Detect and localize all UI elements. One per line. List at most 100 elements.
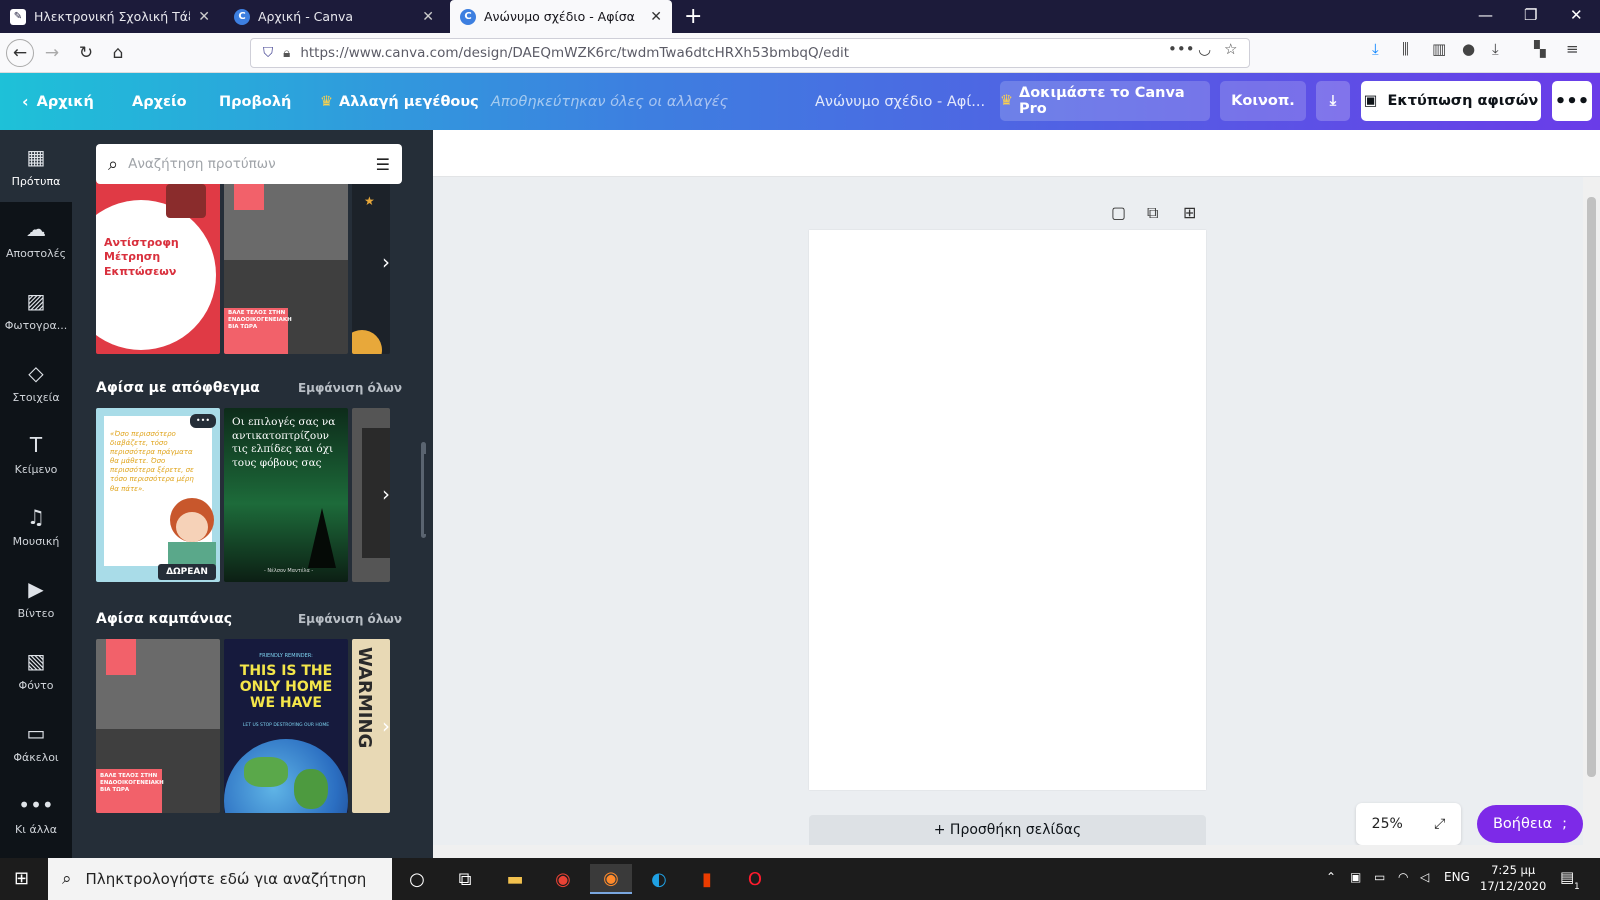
file-explorer-icon[interactable]: ▬ xyxy=(494,864,536,894)
share-button[interactable]: Κοινοπ. xyxy=(1220,81,1306,121)
task-view-icon[interactable]: ⧉ xyxy=(444,864,486,894)
rail-item-text[interactable]: T Κείμενο xyxy=(0,418,72,490)
zoom-level[interactable]: 25% xyxy=(1372,816,1403,832)
url-bar[interactable]: ⛉ 🔒︎ https://www.canva.com/design/DAEQmW… xyxy=(250,38,1250,68)
notifications-icon[interactable]: ▤ xyxy=(1560,868,1574,886)
lock-icon[interactable]: 🔒︎ xyxy=(283,45,290,61)
template-thumb-countdown[interactable]: Αντίστροφη Μέτρηση Εκπτώσεων xyxy=(96,180,220,354)
edge-icon[interactable]: ◐ xyxy=(638,864,680,894)
opera-icon[interactable]: O xyxy=(734,864,776,894)
restore-icon[interactable]: ❐ xyxy=(1524,6,1537,24)
reload-icon[interactable]: ↻ xyxy=(72,39,100,67)
close-tab-icon[interactable]: ✕ xyxy=(198,9,210,25)
office-icon[interactable]: ▮ xyxy=(686,864,728,894)
rail-item-background[interactable]: ▧ Φόντο xyxy=(0,634,72,706)
close-window-icon[interactable]: ✕ xyxy=(1570,6,1583,24)
rail-item-music[interactable]: ♫ Μουσική xyxy=(0,490,72,562)
back-home-button[interactable]: ‹ Αρχική xyxy=(22,73,94,130)
rail-item-video[interactable]: ▶ Βίντεο xyxy=(0,562,72,634)
system-clock[interactable]: 7:25 μμ 17/12/2020 xyxy=(1480,862,1546,894)
template-thumb-earth[interactable]: FRIENDLY REMINDER: THIS IS THE ONLY HOME… xyxy=(224,639,348,813)
cortana-icon[interactable]: ○ xyxy=(396,864,438,894)
browser-tab-canva-home[interactable]: C Αρχική - Canva ✕ xyxy=(224,0,444,33)
downloads-icon[interactable]: ⤓ xyxy=(1372,40,1379,58)
template-search-input[interactable] xyxy=(128,156,376,172)
text-icon: T xyxy=(29,432,43,457)
design-title[interactable]: Ανώνυμο σχέδιο - Αφί... xyxy=(815,73,985,130)
back-icon[interactable]: ← xyxy=(6,39,34,67)
thumb-more-icon[interactable]: ••• xyxy=(190,414,216,428)
thumb-logo xyxy=(234,180,264,210)
pocket-icon[interactable]: ◡ xyxy=(1198,40,1211,58)
scroll-thumb[interactable] xyxy=(1587,197,1596,777)
chevron-right-icon[interactable]: › xyxy=(382,714,390,738)
crown-icon: ♛ xyxy=(320,93,333,110)
close-tab-icon[interactable]: ✕ xyxy=(422,9,434,25)
chevron-right-icon[interactable]: › xyxy=(382,250,390,274)
account-icon[interactable]: ● xyxy=(1462,40,1475,58)
download-icon[interactable]: ⤓ xyxy=(1316,81,1350,121)
thumb-sub-text: LET US STOP DESTROYING OUR HOME xyxy=(242,723,330,728)
chevron-right-icon[interactable]: › xyxy=(382,482,390,506)
note-icon[interactable]: ▢ xyxy=(1111,203,1126,222)
rail-item-folders[interactable]: ▭ Φάκελοι xyxy=(0,706,72,778)
library-icon[interactable]: ⫼ xyxy=(1402,40,1409,58)
rail-item-more[interactable]: ••• Κι άλλα xyxy=(0,778,72,850)
download-arrow-icon[interactable]: ⤓ xyxy=(1492,40,1499,58)
help-button[interactable]: Βοήθεια ; xyxy=(1477,805,1583,843)
rail-item-uploads[interactable]: ☁ Αποστολές xyxy=(0,202,72,274)
see-all-link[interactable]: Εμφάνιση όλων xyxy=(298,612,402,626)
rail-item-photos[interactable]: ▨ Φωτογρα... xyxy=(0,274,72,346)
filter-sliders-icon[interactable]: ☰ xyxy=(376,155,390,174)
template-thumb-violence-campaign[interactable]: ΒΑΛΕ ΤΕΛΟΣ ΣΤΗΝ ΕΝΔΟΟΙΚΟΓΕΝΕΙΑΚΗ ΒΙΑ ΤΩΡ… xyxy=(96,639,220,813)
print-posters-button[interactable]: ▣ Εκτύπωση αφισών xyxy=(1361,81,1541,121)
taskbar-search[interactable]: ⌕ Πληκτρολογήστε εδώ για αναζήτηση xyxy=(48,858,392,900)
design-page[interactable] xyxy=(809,230,1206,790)
menu-icon[interactable]: ≡ xyxy=(1566,40,1579,58)
horizontal-scrollbar[interactable] xyxy=(433,845,1600,858)
more-options-button[interactable]: ••• xyxy=(1552,81,1592,121)
tray-chevron-up-icon[interactable]: ⌃ xyxy=(1326,870,1336,884)
vertical-scrollbar[interactable] xyxy=(1583,177,1600,845)
resize-button[interactable]: ♛ Αλλαγή μεγέθους xyxy=(320,73,479,130)
wifi-icon[interactable]: ◠ xyxy=(1398,870,1408,884)
elements-icon: ◇ xyxy=(28,360,44,385)
shield-icon[interactable]: ⛉ xyxy=(263,45,273,61)
see-all-link[interactable]: Εμφάνιση όλων xyxy=(298,381,402,395)
editor-toolbar xyxy=(433,130,1600,177)
sidebar-icon[interactable]: ▥ xyxy=(1432,40,1446,58)
input-language[interactable]: ENG xyxy=(1444,870,1470,884)
file-menu-button[interactable]: Αρχείο xyxy=(132,73,187,130)
browser-tab-design[interactable]: C Ανώνυμο σχέδιο - Αφίσα ✕ xyxy=(450,0,672,33)
close-tab-icon[interactable]: ✕ xyxy=(650,9,662,25)
battery-icon[interactable]: ▭ xyxy=(1374,870,1385,884)
bookmark-star-icon[interactable]: ☆ xyxy=(1224,40,1237,58)
volume-icon[interactable]: ◁ xyxy=(1420,870,1429,884)
view-menu-button[interactable]: Προβολή xyxy=(219,73,291,130)
browser-tab-eclass[interactable]: ✎ Ηλεκτρονική Σχολική Τάξη (η-Τ ✕ xyxy=(0,0,220,33)
windows-start-icon[interactable]: ⊞ xyxy=(14,868,29,889)
template-thumb-mandela-quote[interactable]: Οι επιλογές σας να αντικατοπτρίζουν τις … xyxy=(224,408,348,582)
thumb-text: ΒΑΛΕ ΤΕΛΟΣ ΣΤΗΝ ΕΝΔΟΟΙΚΟΓΕΝΕΙΑΚΗ ΒΙΑ ΤΩΡ… xyxy=(100,773,164,794)
try-canva-pro-button[interactable]: ♛ Δοκιμάστε το Canva Pro xyxy=(1000,81,1210,121)
home-icon[interactable]: ⌂ xyxy=(104,39,132,67)
browser-navbar: ← → ↻ ⌂ ⛉ 🔒︎ https://www.canva.com/desig… xyxy=(0,33,1600,73)
duplicate-page-icon[interactable]: ⧉ xyxy=(1147,203,1158,223)
chrome-icon[interactable]: ◉ xyxy=(542,864,584,894)
page-actions-icon[interactable]: ••• xyxy=(1168,40,1195,58)
firefox-icon[interactable]: ◉ xyxy=(590,864,632,894)
meet-now-icon[interactable]: ▣ xyxy=(1350,870,1361,884)
fullscreen-icon[interactable]: ⤢ xyxy=(1434,816,1445,832)
rail-item-elements[interactable]: ◇ Στοιχεία xyxy=(0,346,72,418)
add-page-button[interactable]: + Προσθήκη σελίδας xyxy=(809,815,1206,845)
template-thumb-violence[interactable]: ΒΑΛΕ ΤΕΛΟΣ ΣΤΗΝ ΕΝΔΟΟΙΚΟΓΕΝΕΙΑΚΗ ΒΙΑ ΤΩΡ… xyxy=(224,180,348,354)
rail-item-templates[interactable]: ▦ Πρότυπα xyxy=(0,130,72,202)
new-tab-button[interactable]: + xyxy=(684,4,702,29)
minimize-icon[interactable]: — xyxy=(1478,6,1493,24)
back-home-label: Αρχική xyxy=(36,93,94,110)
add-page-icon[interactable]: ⊞ xyxy=(1183,203,1196,222)
extensions-icon[interactable]: ▚ xyxy=(1534,40,1546,58)
section-header-quote: Αφίσα με απόφθεγμα Εμφάνιση όλων xyxy=(96,380,402,396)
template-thumb-reading-quote[interactable]: «Όσο περισσότερο διαβάζετε, τόσο περισσό… xyxy=(96,408,220,582)
forward-icon[interactable]: → xyxy=(38,39,66,67)
